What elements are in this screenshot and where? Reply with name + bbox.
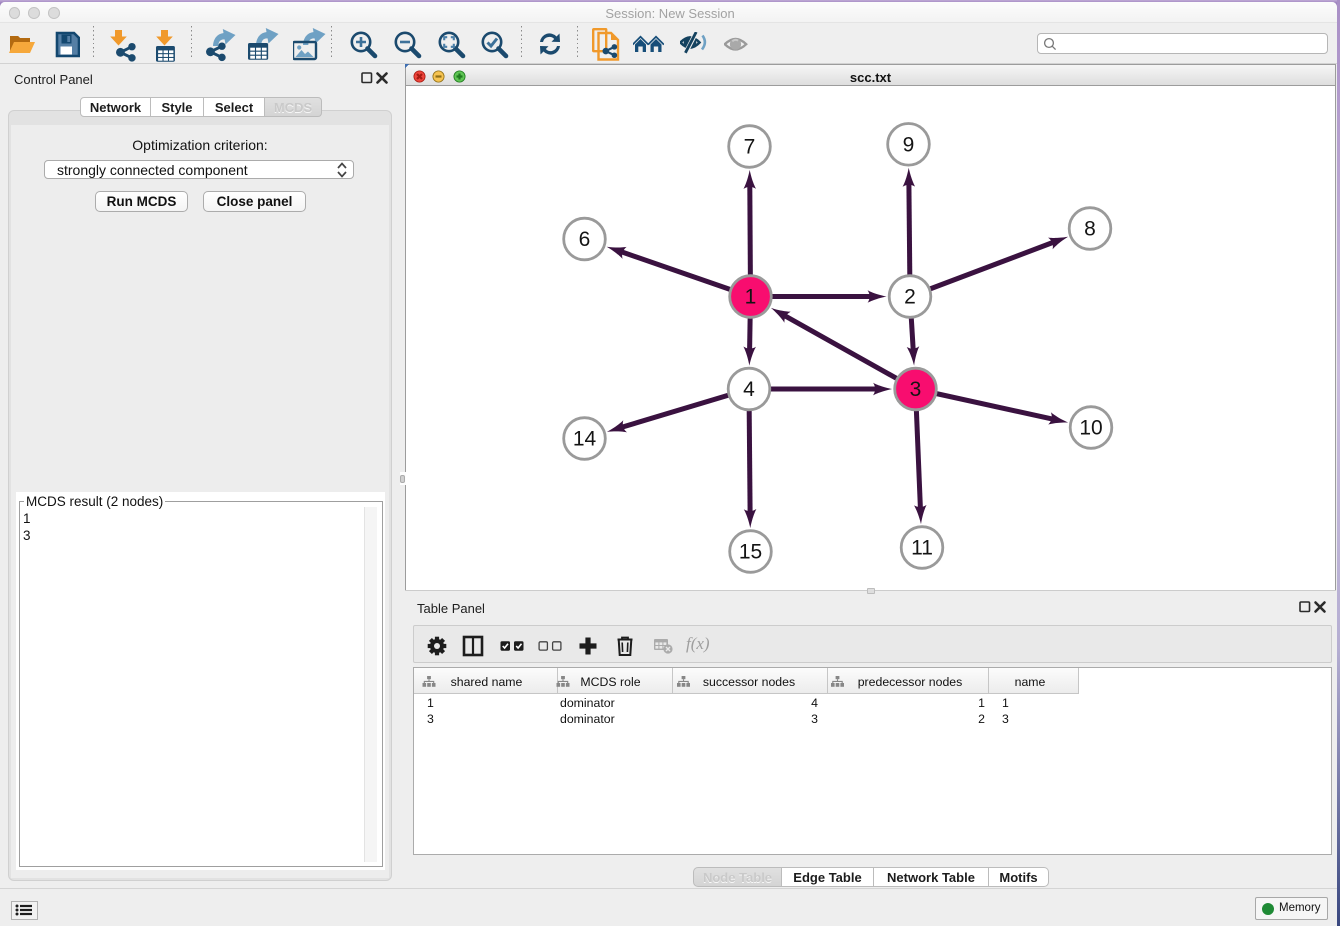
svg-text:9: 9 — [903, 133, 915, 156]
svg-text:11: 11 — [911, 537, 933, 560]
svg-text:10: 10 — [1079, 417, 1102, 440]
svg-text:3: 3 — [910, 378, 922, 401]
svg-text:2: 2 — [904, 286, 916, 309]
svg-text:7: 7 — [744, 136, 756, 159]
svg-text:4: 4 — [743, 378, 755, 401]
svg-text:14: 14 — [573, 428, 597, 451]
svg-text:8: 8 — [1084, 218, 1096, 241]
svg-text:6: 6 — [579, 228, 591, 251]
svg-text:1: 1 — [745, 286, 757, 309]
svg-text:15: 15 — [739, 541, 762, 564]
